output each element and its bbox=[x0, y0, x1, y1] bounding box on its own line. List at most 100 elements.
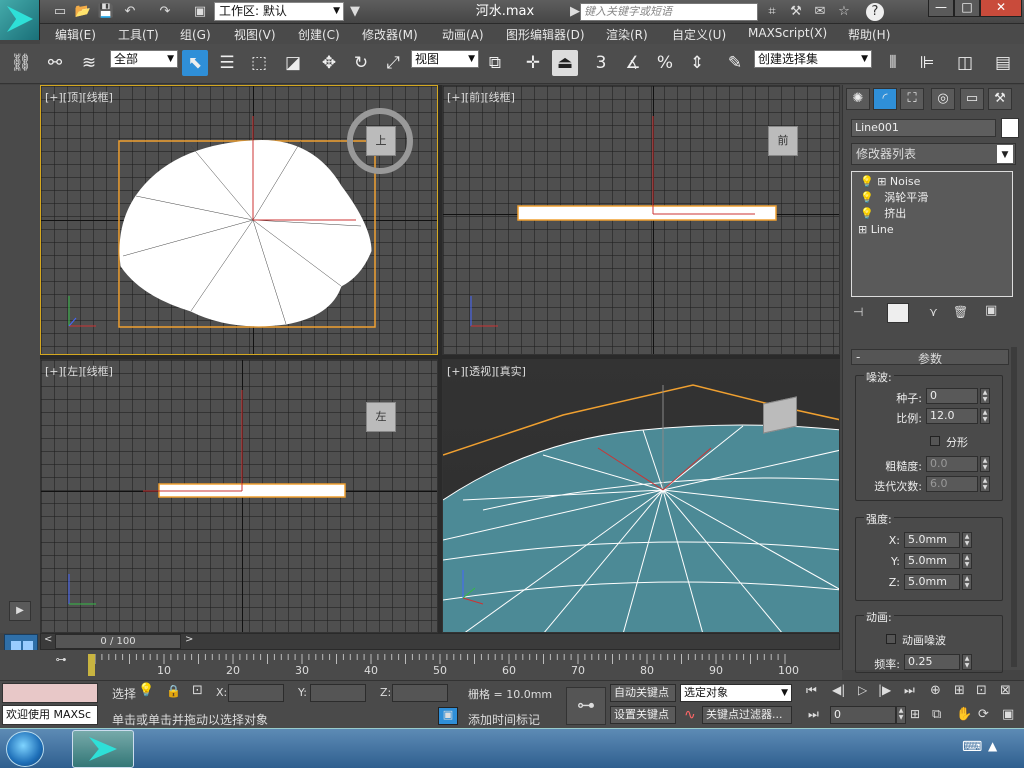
menu-maxscript[interactable]: MAXScript(X) bbox=[748, 26, 827, 40]
key-mode-dropdown[interactable]: 选定对象 ▼ bbox=[680, 684, 792, 702]
maximize-button[interactable]: □ bbox=[954, 0, 980, 17]
coord-y-field[interactable] bbox=[310, 684, 366, 702]
expand-ribbon-icon[interactable]: ▶ bbox=[9, 601, 31, 621]
communication-icon[interactable]: ✉ bbox=[810, 3, 830, 21]
window-crossing-icon[interactable]: ◪ bbox=[280, 50, 306, 76]
roughness-spinner[interactable]: 0.0 bbox=[926, 456, 978, 472]
set-key-icon[interactable]: ⊶ bbox=[566, 687, 606, 725]
curve-editor-icon[interactable]: ⊶ bbox=[50, 653, 72, 669]
viewport-top[interactable]: [+][顶][线框] 上 bbox=[40, 85, 438, 355]
frequency-spinner[interactable]: 0.25 bbox=[904, 654, 960, 670]
align-icon[interactable]: ⊫ bbox=[914, 50, 940, 76]
named-selection-dropdown[interactable]: 创建选择集 ▼ bbox=[754, 50, 872, 68]
unlink-icon[interactable]: ⚯ bbox=[42, 50, 68, 76]
iterations-spinner-arrows[interactable]: ▲ ▼ bbox=[980, 476, 990, 492]
display-tab-icon[interactable]: ▭ bbox=[960, 88, 984, 110]
motion-tab-icon[interactable]: ◎ bbox=[931, 88, 955, 110]
layer-manager-icon[interactable]: ◫ bbox=[952, 50, 978, 76]
lock-selection-icon[interactable]: 🔒 bbox=[166, 684, 181, 698]
rectangular-selection-icon[interactable]: ⬚ bbox=[246, 50, 272, 76]
animate-noise-checkbox[interactable] bbox=[886, 634, 896, 644]
spinner-snap-icon[interactable]: ⇕ bbox=[684, 50, 710, 76]
reference-coord-dropdown[interactable]: 视图 ▼ bbox=[411, 50, 479, 68]
time-slider[interactable]: < 0 / 100 > bbox=[40, 633, 840, 650]
quick-access-dropdown-icon[interactable]: ▼ bbox=[345, 3, 365, 21]
select-manipulate-icon[interactable]: ✛ bbox=[520, 50, 546, 76]
undo-icon[interactable]: ↶ bbox=[120, 3, 140, 21]
menu-graph-editors[interactable]: 图形编辑器(D) bbox=[506, 26, 585, 43]
seed-spinner[interactable]: 0 bbox=[926, 388, 978, 404]
modifier-list-dropdown[interactable]: 修改器列表 ▼ bbox=[851, 143, 1016, 165]
create-tab-icon[interactable]: ✺ bbox=[846, 88, 870, 110]
welcome-field[interactable]: 欢迎使用 MAXSc bbox=[2, 705, 98, 725]
prev-frame-icon[interactable]: ◀| bbox=[832, 683, 845, 697]
search-input[interactable]: 键入关键字或短语 bbox=[580, 3, 758, 21]
menu-group[interactable]: 组(G) bbox=[180, 26, 211, 43]
strength-y-spinner[interactable]: 5.0mm bbox=[904, 553, 960, 569]
time-slider-prev-icon[interactable]: < bbox=[44, 634, 52, 645]
modify-tab-icon[interactable]: ◜ bbox=[873, 88, 897, 110]
coord-z-field[interactable] bbox=[392, 684, 448, 702]
move-icon[interactable]: ✥ bbox=[316, 50, 342, 76]
mirror-icon[interactable]: ⫴ bbox=[880, 50, 906, 76]
pan-view-icon[interactable]: ✋ bbox=[956, 707, 972, 722]
key-filter-curve-icon[interactable]: ∿ bbox=[684, 707, 696, 723]
viewport-left[interactable]: [+][左][线框] 左 bbox=[40, 359, 438, 633]
save-file-icon[interactable]: 💾 bbox=[96, 3, 116, 21]
frequency-spinner-arrows[interactable]: ▲ ▼ bbox=[962, 654, 972, 670]
strength-x-spinner[interactable]: 5.0mm bbox=[904, 532, 960, 548]
menu-help[interactable]: 帮助(H) bbox=[848, 26, 890, 43]
strength-y-spinner-arrows[interactable]: ▲ ▼ bbox=[962, 553, 972, 569]
menu-views[interactable]: 视图(V) bbox=[234, 26, 276, 43]
viewcube-left[interactable]: 左 bbox=[366, 402, 396, 432]
set-key-button[interactable]: 设置关键点 bbox=[610, 706, 676, 724]
track-bar[interactable]: ⊶ 10 20 30 40 50 60 70 80 90 100 bbox=[0, 650, 842, 680]
pivot-center-icon[interactable]: ⧉ bbox=[482, 50, 508, 76]
iterations-spinner[interactable]: 6.0 bbox=[926, 476, 978, 492]
menu-customize[interactable]: 自定义(U) bbox=[672, 26, 726, 43]
isolate-icon[interactable]: 💡 bbox=[138, 683, 154, 698]
binoculars-icon[interactable]: ⌗ bbox=[762, 3, 782, 21]
viewport-perspective[interactable]: [+][透视][真实] bbox=[442, 359, 840, 633]
viewcube-front[interactable]: 前 bbox=[768, 126, 798, 156]
close-button[interactable]: ✕ bbox=[980, 0, 1022, 17]
select-object-icon[interactable]: ⬉ bbox=[182, 50, 208, 76]
object-name-field[interactable]: Line001 bbox=[851, 119, 996, 137]
stack-item-turbosmooth[interactable]: 💡 涡轮平滑 bbox=[854, 190, 1010, 205]
strength-z-spinner-arrows[interactable]: ▲ ▼ bbox=[962, 574, 972, 590]
select-by-name-icon[interactable]: ☰ bbox=[214, 50, 240, 76]
key-filters-button[interactable]: 关键点过滤器... bbox=[702, 706, 792, 724]
time-tag-icon[interactable]: ▣ bbox=[438, 707, 458, 725]
viewcube-top[interactable]: 上 bbox=[366, 126, 396, 156]
parameters-rollout-header[interactable]: - 参数 bbox=[851, 349, 1009, 366]
object-color-swatch[interactable] bbox=[1001, 118, 1019, 138]
maxscript-listener-mini[interactable] bbox=[2, 683, 98, 703]
roughness-spinner-arrows[interactable]: ▲ ▼ bbox=[980, 456, 990, 472]
strength-x-spinner-arrows[interactable]: ▲ ▼ bbox=[962, 532, 972, 548]
seed-spinner-arrows[interactable]: ▲ ▼ bbox=[980, 388, 990, 404]
current-frame-field[interactable]: 0 bbox=[830, 706, 896, 724]
remove-modifier-icon[interactable]: 🗑 bbox=[953, 305, 968, 319]
scene-explorer-icon[interactable]: ▤ bbox=[990, 50, 1016, 76]
panel-scrollbar[interactable] bbox=[1011, 347, 1017, 667]
keyboard-shortcut-override-icon[interactable]: ⏏ bbox=[552, 50, 578, 76]
play-icon[interactable]: ▷ bbox=[858, 683, 867, 697]
scale-icon[interactable]: ⤢ bbox=[380, 50, 406, 76]
stack-item-line[interactable]: ⊞ Line bbox=[854, 222, 1010, 237]
menu-rendering[interactable]: 渲染(R) bbox=[606, 26, 648, 43]
snaps-toggle-icon[interactable]: 3 bbox=[588, 50, 614, 76]
new-file-icon[interactable]: ▭ bbox=[50, 3, 70, 21]
add-time-tag[interactable]: 添加时间标记 bbox=[468, 711, 540, 728]
link-icon[interactable]: ⛓ bbox=[8, 50, 34, 76]
stack-item-noise[interactable]: 💡 ⊞ Noise bbox=[854, 174, 1010, 189]
hierarchy-tab-icon[interactable]: ⛶ bbox=[900, 88, 924, 110]
utilities-tab-icon[interactable]: ⚒ bbox=[988, 88, 1012, 110]
scale-spinner[interactable]: 12.0 bbox=[926, 408, 978, 424]
zoom-extents-icon[interactable]: ⊡ bbox=[976, 683, 987, 698]
make-unique-icon[interactable]: ⋎ bbox=[929, 305, 938, 319]
redo-icon[interactable]: ↷ bbox=[155, 3, 175, 21]
stack-item-extrude[interactable]: 💡 挤出 bbox=[854, 206, 1010, 221]
edit-named-selection-icon[interactable]: ✎ bbox=[722, 50, 748, 76]
zoom-all-icon[interactable]: ⊞ bbox=[954, 683, 965, 698]
orbit-icon[interactable]: ⟳ bbox=[978, 707, 989, 722]
